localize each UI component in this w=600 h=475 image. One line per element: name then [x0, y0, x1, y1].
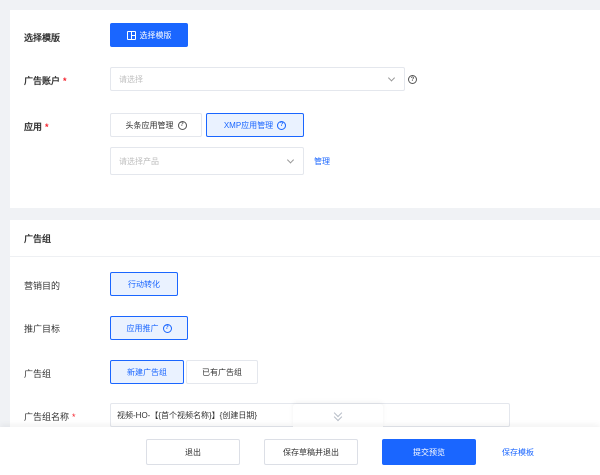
required-mark: * [63, 76, 67, 86]
manage-link[interactable]: 管理 [314, 156, 330, 167]
marketing-goal-option[interactable]: 行动转化 [110, 272, 178, 296]
app-label: 应用 * [24, 120, 49, 133]
app-label-text: 应用 [24, 122, 43, 132]
chevron-down-icon [387, 74, 396, 82]
ad-group-name-label-text: 广告组名称 [24, 412, 70, 422]
new-ad-group-option[interactable]: 新建广告组 [110, 360, 184, 384]
promotion-target-option-label: 应用推广 [126, 323, 159, 333]
ad-account-select[interactable]: 请选择 [110, 67, 405, 91]
tab-toutiao-app-manage-label: 头条应用管理 [125, 120, 174, 130]
collapse-toggle[interactable] [293, 404, 383, 427]
tab-xmp-app-manage-label: XMP应用管理 [223, 120, 274, 130]
promotion-target-option[interactable]: 应用推广 ? [110, 316, 188, 340]
ad-group-name-value: 视频-HO-【{首个视频名称}】{创建日期} [117, 410, 258, 420]
help-icon: ? [177, 120, 187, 130]
template-icon [126, 30, 136, 40]
required-mark: * [72, 412, 76, 422]
select-template-button-label: 选择模版 [139, 30, 172, 40]
double-chevron-down-icon [334, 411, 342, 421]
save-draft-exit-button[interactable]: 保存草稿并退出 [264, 439, 358, 465]
tab-xmp-app-manage[interactable]: XMP应用管理 ? [206, 113, 304, 137]
template-label: 选择模版 [24, 33, 61, 43]
ad-group-label: 广告组 [24, 369, 52, 379]
help-icon: ? [277, 120, 287, 130]
product-select-placeholder: 请选择产品 [119, 156, 159, 166]
product-select[interactable]: 请选择产品 [110, 147, 304, 175]
marketing-goal-option-label: 行动转化 [128, 279, 160, 289]
ad-group-name-label: 广告组名称 * [24, 410, 76, 423]
required-mark: * [45, 122, 49, 132]
help-icon[interactable]: ? [408, 75, 417, 84]
existing-ad-group-label: 已有广告组 [202, 367, 242, 377]
divider [10, 256, 600, 257]
config-card: 选择模版 选择模版 广告账户 * 请选择 ? 应用 * 头条应用管理 ? XMP应用… [10, 10, 600, 208]
chevron-down-icon [286, 156, 295, 164]
promotion-target-label: 推广目标 [24, 324, 61, 334]
ad-account-label-text: 广告账户 [24, 76, 61, 86]
exit-button[interactable]: 退出 [146, 439, 240, 465]
new-ad-group-label: 新建广告组 [127, 367, 167, 377]
footer-action-bar: 退出 保存草稿并退出 提交预览 保存模板 [0, 427, 600, 475]
save-template-link[interactable]: 保存模板 [502, 447, 534, 458]
section-title: 广告组 [24, 233, 52, 244]
submit-preview-button[interactable]: 提交预览 [382, 439, 476, 465]
ad-account-label: 广告账户 * [24, 74, 67, 87]
tab-toutiao-app-manage[interactable]: 头条应用管理 ? [110, 113, 202, 137]
ad-account-placeholder: 请选择 [119, 74, 143, 84]
select-template-button[interactable]: 选择模版 [110, 23, 188, 47]
help-icon: ? [162, 323, 172, 333]
existing-ad-group-option[interactable]: 已有广告组 [186, 360, 258, 384]
marketing-goal-label: 营销目的 [24, 281, 61, 291]
